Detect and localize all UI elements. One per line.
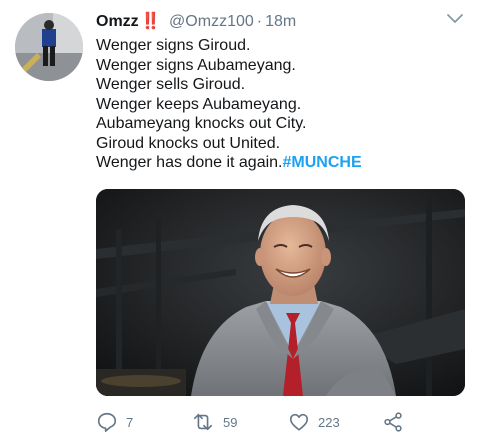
tweet-line: Aubameyang knocks out City. [96,115,307,132]
avatar[interactable] [15,13,83,81]
retweet-count: 59 [223,414,238,430]
retweet-icon [193,413,213,431]
chevron-down-icon[interactable] [446,12,464,26]
author-name[interactable]: Omzz [96,13,139,30]
reply-icon [97,412,117,432]
photo-image [96,189,465,396]
tweet-line: Wenger keeps Aubameyang. [96,95,302,113]
author-handle[interactable]: @Omzz100 [169,13,254,30]
hashtag-link[interactable]: #MUNCHE [283,154,362,171]
tweet-header: Omzz ‼️ @Omzz100 · 18m [96,12,466,32]
like-icon [289,413,309,431]
tweet-line-last: Wenger has done it again.#MUNCHE [96,153,466,173]
tweet-text: Wenger signs Giroud. Wenger signs Aubame… [96,36,466,173]
tweet-line: Wenger signs Giroud. [96,37,251,54]
reply-count: 7 [126,414,134,430]
like-count: 223 [318,414,340,430]
tweet-actions: 7 59 223 [96,408,466,436]
tweet-line: Wenger has done it again. [96,154,283,171]
like-button[interactable]: 223 [288,408,340,436]
tweet-photo[interactable] [96,189,465,396]
share-icon [384,412,402,432]
tweet-line: Wenger sells Giroud. [96,76,246,93]
timestamp[interactable]: 18m [265,13,296,30]
avatar-image [15,13,83,81]
separator: · [256,13,263,30]
author-emoji: ‼️ [140,13,161,30]
tweet-line: Giroud knocks out United. [96,134,281,152]
retweet-button[interactable]: 59 [191,408,237,436]
tweet-line: Wenger signs Aubameyang. [96,56,296,74]
reply-button[interactable]: 7 [96,408,133,436]
share-button[interactable] [382,408,404,436]
